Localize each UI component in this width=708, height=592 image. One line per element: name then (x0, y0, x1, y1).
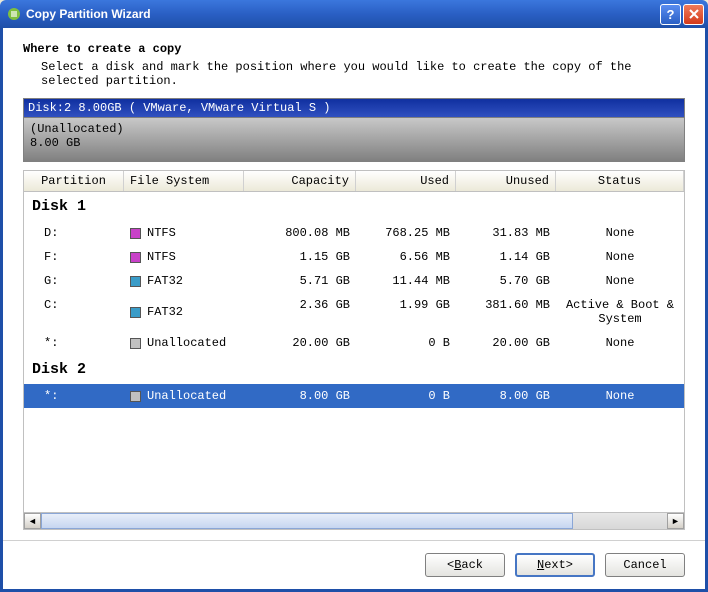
cell-partition: G: (24, 274, 124, 288)
cell-used: 6.56 MB (356, 250, 456, 264)
titlebar: Copy Partition Wizard ? (0, 0, 708, 28)
table-header: Partition File System Capacity Used Unus… (24, 171, 684, 192)
fs-swatch-icon (130, 391, 141, 402)
window-title: Copy Partition Wizard (26, 7, 658, 21)
wizard-header: Where to create a copy Select a disk and… (3, 28, 705, 98)
table-row[interactable]: C:FAT322.36 GB1.99 GB381.60 MBActive & B… (24, 293, 684, 331)
button-bar: < Back Next > Cancel (3, 540, 705, 589)
table-row[interactable]: G:FAT325.71 GB11.44 MB5.70 GBNone (24, 269, 684, 293)
cell-used: 1.99 GB (356, 298, 456, 326)
cell-status: None (556, 250, 684, 264)
back-button[interactable]: < Back (425, 553, 505, 577)
cell-capacity: 8.00 GB (244, 389, 356, 403)
cell-status: None (556, 226, 684, 240)
cell-filesystem: Unallocated (124, 336, 244, 350)
cell-unused: 31.83 MB (456, 226, 556, 240)
fs-swatch-icon (130, 307, 141, 318)
table-row[interactable]: D:NTFS800.08 MB768.25 MB31.83 MBNone (24, 221, 684, 245)
cell-partition: C: (24, 298, 124, 326)
cell-status: None (556, 389, 684, 403)
partition-table: Partition File System Capacity Used Unus… (23, 170, 685, 530)
window-body: Where to create a copy Select a disk and… (0, 28, 708, 592)
fs-swatch-icon (130, 228, 141, 239)
horizontal-scrollbar[interactable]: ◄ ► (24, 512, 684, 529)
cell-unused: 1.14 GB (456, 250, 556, 264)
cell-filesystem: NTFS (124, 226, 244, 240)
col-filesystem[interactable]: File System (124, 171, 244, 191)
cell-partition: *: (24, 389, 124, 403)
page-title: Where to create a copy (23, 42, 685, 56)
content-area: Disk:2 8.00GB ( VMware, VMware Virtual S… (23, 98, 685, 530)
close-icon (689, 9, 699, 19)
next-button[interactable]: Next > (515, 553, 595, 577)
col-unused[interactable]: Unused (456, 171, 556, 191)
cancel-button[interactable]: Cancel (605, 553, 685, 577)
table-row[interactable]: *:Unallocated8.00 GB0 B8.00 GBNone (24, 384, 684, 408)
cell-capacity: 5.71 GB (244, 274, 356, 288)
cell-partition: F: (24, 250, 124, 264)
cell-used: 11.44 MB (356, 274, 456, 288)
disk-group-header: Disk 1 (24, 192, 684, 221)
cell-capacity: 1.15 GB (244, 250, 356, 264)
disk-graphic[interactable]: (Unallocated) 8.00 GB (23, 118, 685, 162)
app-icon (6, 6, 22, 22)
cell-filesystem: Unallocated (124, 389, 244, 403)
cell-status: None (556, 336, 684, 350)
table-row[interactable]: *:Unallocated20.00 GB0 B20.00 GBNone (24, 331, 684, 355)
cell-status: None (556, 274, 684, 288)
disk-group-header: Disk 2 (24, 355, 684, 384)
disk-banner: Disk:2 8.00GB ( VMware, VMware Virtual S… (23, 98, 685, 118)
disk-graphic-size: 8.00 GB (30, 136, 678, 150)
fs-swatch-icon (130, 338, 141, 349)
scroll-left-icon[interactable]: ◄ (24, 513, 41, 529)
cell-partition: *: (24, 336, 124, 350)
cell-status: Active & Boot & System (556, 298, 684, 326)
cell-filesystem: FAT32 (124, 298, 244, 326)
cell-filesystem: FAT32 (124, 274, 244, 288)
cell-used: 0 B (356, 389, 456, 403)
cell-unused: 5.70 GB (456, 274, 556, 288)
cell-capacity: 800.08 MB (244, 226, 356, 240)
cell-partition: D: (24, 226, 124, 240)
cell-unused: 8.00 GB (456, 389, 556, 403)
cell-used: 0 B (356, 336, 456, 350)
cell-unused: 20.00 GB (456, 336, 556, 350)
fs-swatch-icon (130, 252, 141, 263)
col-used[interactable]: Used (356, 171, 456, 191)
cell-capacity: 2.36 GB (244, 298, 356, 326)
col-status[interactable]: Status (556, 171, 684, 191)
disk-graphic-label: (Unallocated) (30, 122, 678, 136)
cell-capacity: 20.00 GB (244, 336, 356, 350)
close-button[interactable] (683, 4, 704, 25)
help-button[interactable]: ? (660, 4, 681, 25)
scroll-thumb[interactable] (41, 513, 573, 529)
page-subtitle: Select a disk and mark the position wher… (23, 60, 685, 88)
cell-filesystem: NTFS (124, 250, 244, 264)
scroll-right-icon[interactable]: ► (667, 513, 684, 529)
table-body: Disk 1D:NTFS800.08 MB768.25 MB31.83 MBNo… (24, 192, 684, 512)
table-row[interactable]: F:NTFS1.15 GB6.56 MB1.14 GBNone (24, 245, 684, 269)
scroll-track[interactable] (41, 513, 667, 529)
col-capacity[interactable]: Capacity (244, 171, 356, 191)
cell-used: 768.25 MB (356, 226, 456, 240)
fs-swatch-icon (130, 276, 141, 287)
cell-unused: 381.60 MB (456, 298, 556, 326)
col-partition[interactable]: Partition (24, 171, 124, 191)
